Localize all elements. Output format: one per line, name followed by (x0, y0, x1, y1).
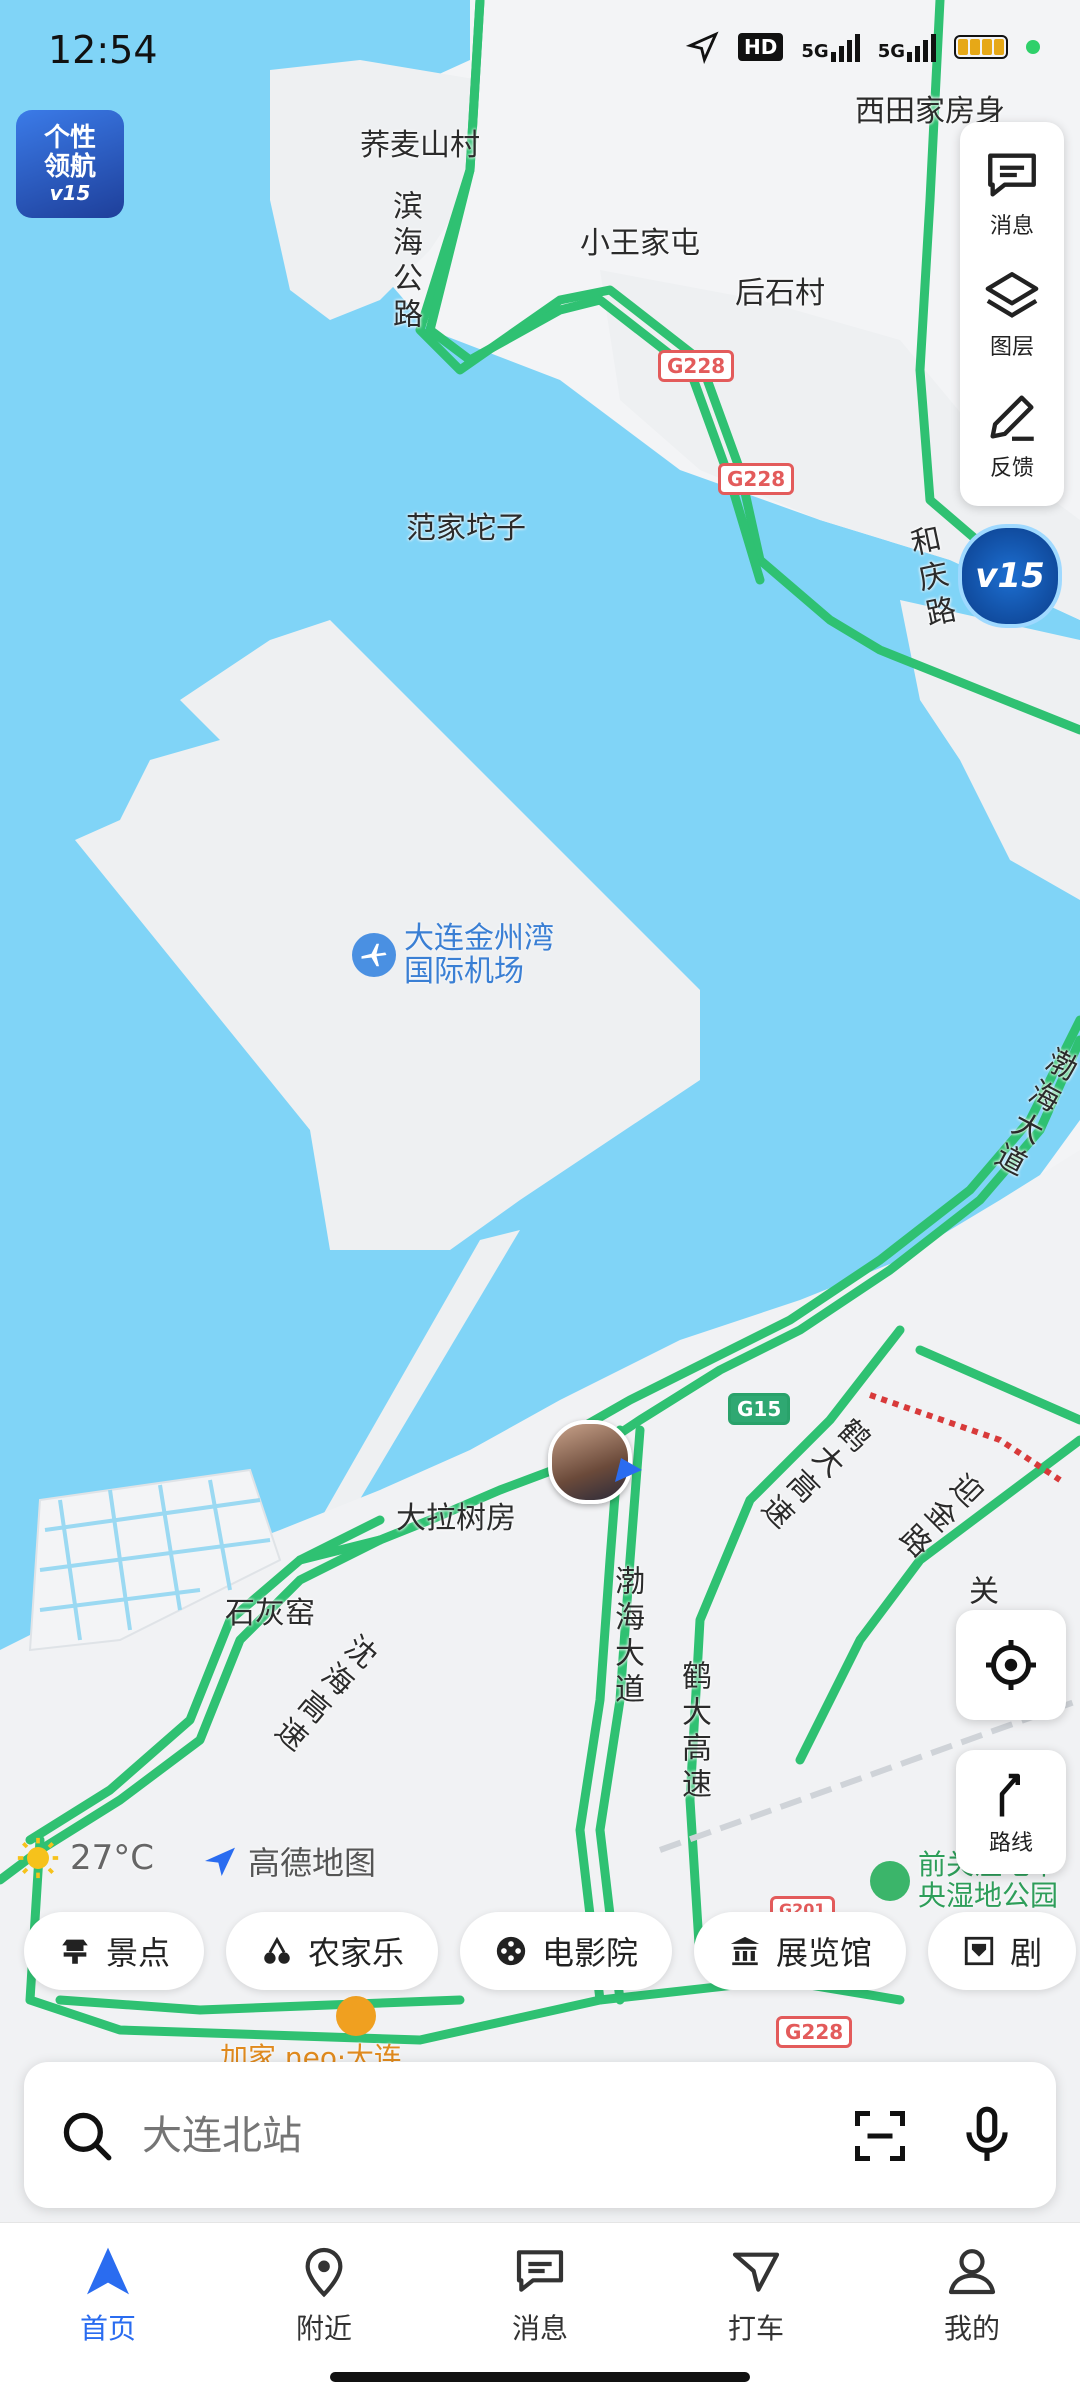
amap-brand-text: 高德地图 (248, 1844, 377, 1882)
place-fanjia[interactable]: 范家坨子 (406, 503, 526, 547)
airport-name-line2: 国际机场 (404, 954, 524, 989)
home-indicator[interactable] (330, 2372, 750, 2382)
signal-bars-2-icon (907, 32, 936, 62)
tool-message-label: 消息 (989, 213, 1034, 239)
amap-brand: 高德地图 (200, 1838, 376, 1884)
chip-exhibition[interactable]: 展览馆 (694, 1912, 907, 1990)
road-guan: 关 (963, 1575, 998, 1611)
layers-icon (985, 272, 1039, 318)
theater-icon (964, 1936, 994, 1966)
category-chips: 景点 农家乐 电影院 展览馆 剧 (24, 1912, 1077, 1990)
tool-feedback[interactable]: 反馈 (983, 388, 1041, 482)
route-fork-icon (999, 1773, 1020, 1817)
status-time: 12:54 (48, 28, 158, 72)
privacy-dot-icon (1026, 40, 1040, 54)
chip-scenic-label: 景点 (106, 1934, 171, 1972)
chip-exhibition-label: 展览馆 (776, 1934, 873, 1972)
cherry-icon (264, 1936, 290, 1964)
weather-widget[interactable]: 27°C (16, 1836, 154, 1880)
location-pin-icon (305, 2247, 343, 2298)
signal-bars-1-icon (830, 32, 860, 62)
v15-map-marker[interactable]: v15 (958, 524, 1062, 628)
place-qiaomai[interactable]: 荞麦山村 (360, 120, 480, 164)
location-arrow-icon (686, 31, 719, 64)
map-canvas[interactable] (0, 0, 1080, 2400)
pencil-icon (990, 395, 1034, 442)
badge-line1: 个性 (43, 123, 96, 154)
scan-icon[interactable] (850, 2106, 910, 2166)
network-label-2: 5G (877, 41, 905, 62)
airport-name-line1: 大连金州湾 (404, 921, 554, 956)
museum-icon (730, 1936, 760, 1966)
message-icon (988, 153, 1036, 197)
shield-g15: G15 (728, 1393, 791, 1425)
taxi-arrow-icon (732, 2252, 780, 2292)
nav-home-label: 首页 (79, 2312, 136, 2345)
chip-cinema-label: 电影院 (542, 1934, 639, 1972)
wetland-name-line2: 央湿地公园 (918, 1878, 1059, 1912)
network-label-1: 5G (801, 41, 829, 62)
locate-button[interactable] (956, 1610, 1066, 1720)
mall-icon (335, 1996, 376, 2036)
sun-icon (17, 1837, 59, 1879)
tool-message[interactable]: 消息 (983, 146, 1041, 240)
nav-messages-label: 消息 (511, 2312, 568, 2345)
chip-farmstay[interactable]: 农家乐 (226, 1912, 439, 1990)
road-binhai: 滨海公路 (387, 190, 422, 334)
road-bohai-lower: 渤海大道 (609, 1565, 644, 1709)
status-icons: HD 5G 5G (686, 30, 1040, 64)
chat-icon (516, 2250, 564, 2292)
search-input[interactable] (140, 2100, 834, 2172)
search-bar[interactable] (24, 2062, 1056, 2208)
shield-g228-a: G228 (658, 350, 735, 382)
search-icon (63, 2112, 112, 2161)
nav-taxi-label: 打车 (727, 2312, 784, 2345)
badge-line3: v15 (49, 180, 91, 205)
tool-feedback-label: 反馈 (989, 456, 1034, 482)
place-dalashu[interactable]: 大拉树房 (396, 1493, 516, 1537)
shield-g228-c: G228 (776, 2016, 853, 2048)
map-tools-panel: 消息 图层 反馈 (960, 122, 1064, 506)
chip-theater[interactable]: 剧 (928, 1912, 1077, 1990)
nav-mine-label: 我的 (943, 2312, 1000, 2345)
network-5g-2: 5G (878, 32, 936, 62)
microphone-icon[interactable] (956, 2104, 1018, 2166)
airplane-icon (352, 933, 396, 977)
heading-arrow-icon (615, 1458, 642, 1482)
chip-farmstay-label: 农家乐 (308, 1934, 405, 1972)
network-5g-1: 5G (801, 32, 860, 62)
amap-logo-icon (205, 1847, 235, 1876)
route-button-label: 路线 (988, 1831, 1033, 1856)
airport-poi[interactable]: 大连金州湾 国际机场 (352, 922, 554, 988)
chip-theater-label: 剧 (1010, 1934, 1043, 1972)
road-heda-lower: 鹤大高速 (676, 1660, 711, 1804)
hd-badge: HD (738, 33, 784, 61)
badge-line2: 领航 (43, 152, 96, 182)
nav-mine[interactable]: 我的 (902, 2243, 1042, 2347)
pagoda-icon (62, 1939, 88, 1964)
home-arrow-icon (87, 2247, 129, 2295)
route-button[interactable]: 路线 (956, 1750, 1066, 1874)
tool-layers[interactable]: 图层 (983, 267, 1041, 361)
place-shihui[interactable]: 石灰窑 (225, 1588, 315, 1632)
place-houshi[interactable]: 后石村 (735, 268, 825, 312)
chip-cinema[interactable]: 电影院 (460, 1912, 673, 1990)
tree-icon (870, 1860, 910, 1901)
film-reel-icon (496, 1936, 526, 1966)
nav-nearby[interactable]: 附近 (254, 2243, 394, 2347)
nav-taxi[interactable]: 打车 (686, 2243, 826, 2347)
user-icon (948, 2249, 996, 2295)
personal-nav-badge[interactable]: 个性 领航 v15 (16, 110, 124, 218)
tool-layers-label: 图层 (989, 334, 1034, 360)
v15-marker-label: v15 (975, 556, 1045, 596)
chip-scenic[interactable]: 景点 (24, 1912, 205, 1990)
shield-g228-b: G228 (718, 463, 795, 495)
nav-home[interactable]: 首页 (38, 2243, 178, 2347)
battery-icon (954, 35, 1008, 59)
crosshair-icon (986, 1640, 1036, 1690)
weather-temp: 27°C (70, 1838, 155, 1878)
nav-nearby-label: 附近 (295, 2312, 352, 2345)
nav-messages[interactable]: 消息 (470, 2243, 610, 2347)
place-xiaowang[interactable]: 小王家屯 (580, 218, 700, 262)
